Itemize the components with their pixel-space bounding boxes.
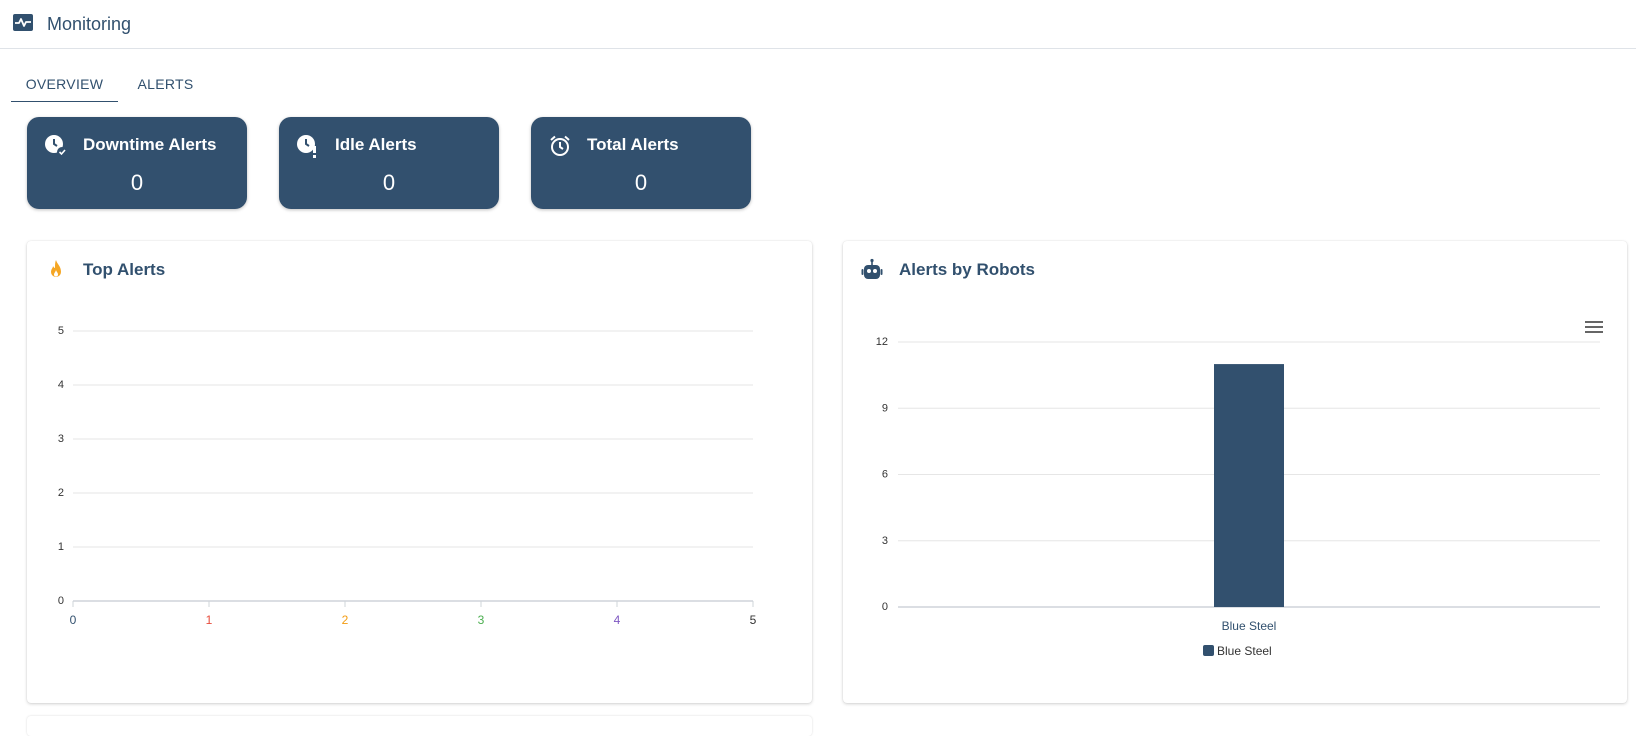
alerts-by-robots-chart: 0 3 6 9 12 Blue Steel Blue Steel bbox=[876, 336, 1600, 658]
tab-bar: OVERVIEW ALERTS bbox=[11, 66, 213, 102]
y-tick-label: 2 bbox=[58, 487, 64, 499]
clock-check-icon bbox=[45, 135, 67, 157]
y-tick-label: 1 bbox=[58, 541, 64, 553]
page-title: Monitoring bbox=[47, 14, 132, 34]
x-tick-label: Blue Steel bbox=[1222, 619, 1277, 633]
y-tick-label: 9 bbox=[882, 402, 888, 414]
y-tick-label: 6 bbox=[882, 469, 888, 481]
y-tick-label: 3 bbox=[882, 535, 888, 547]
idle-alerts-card: Idle Alerts 0 bbox=[279, 117, 499, 209]
app-header: Monitoring bbox=[0, 0, 1636, 49]
idle-alerts-value: 0 bbox=[382, 170, 396, 195]
alerts-by-robots-panel: Alerts by Robots 0 3 6 9 12 Blue Steel Blue St… bbox=[843, 241, 1627, 703]
tab-overview[interactable]: OVERVIEW bbox=[11, 66, 118, 102]
legend-label: Blue Steel bbox=[1217, 644, 1272, 658]
x-tick-label: 1 bbox=[206, 613, 213, 627]
total-alerts-title: Total Alerts bbox=[587, 135, 679, 154]
chart-legend: Blue Steel bbox=[1203, 644, 1272, 658]
x-tick-label: 5 bbox=[750, 613, 757, 627]
y-tick-label: 5 bbox=[58, 325, 64, 337]
y-tick-label: 0 bbox=[882, 601, 888, 613]
y-tick-label: 4 bbox=[58, 379, 64, 391]
clock-alert-icon bbox=[297, 135, 316, 158]
legend-swatch bbox=[1203, 645, 1214, 656]
next-panel bbox=[27, 716, 812, 736]
downtime-alerts-title: Downtime Alerts bbox=[83, 135, 217, 154]
x-tick-label: 0 bbox=[70, 613, 77, 627]
x-tick-label: 4 bbox=[614, 613, 621, 627]
total-alerts-value: 0 bbox=[634, 170, 648, 195]
x-tick-label: 2 bbox=[342, 613, 349, 627]
pulse-monitor-icon bbox=[13, 14, 33, 31]
top-alerts-panel: Top Alerts 012345012345 bbox=[27, 241, 812, 703]
downtime-alerts-card: Downtime Alerts 0 bbox=[27, 117, 247, 209]
y-tick-label: 12 bbox=[876, 336, 888, 348]
bar bbox=[1214, 364, 1284, 607]
tab-alerts[interactable]: ALERTS bbox=[118, 66, 213, 102]
x-tick-label: 3 bbox=[478, 613, 485, 627]
y-tick-label: 0 bbox=[58, 595, 64, 607]
y-tick-label: 3 bbox=[58, 433, 64, 445]
top-alerts-chart: 0 1 2 3 4 5 0 1 2 3 4 5 bbox=[58, 325, 757, 627]
downtime-alerts-value: 0 bbox=[130, 170, 144, 195]
total-alerts-card: Total Alerts 0 bbox=[531, 117, 751, 209]
alarm-clock-icon bbox=[550, 135, 570, 156]
idle-alerts-title: Idle Alerts bbox=[335, 135, 417, 154]
